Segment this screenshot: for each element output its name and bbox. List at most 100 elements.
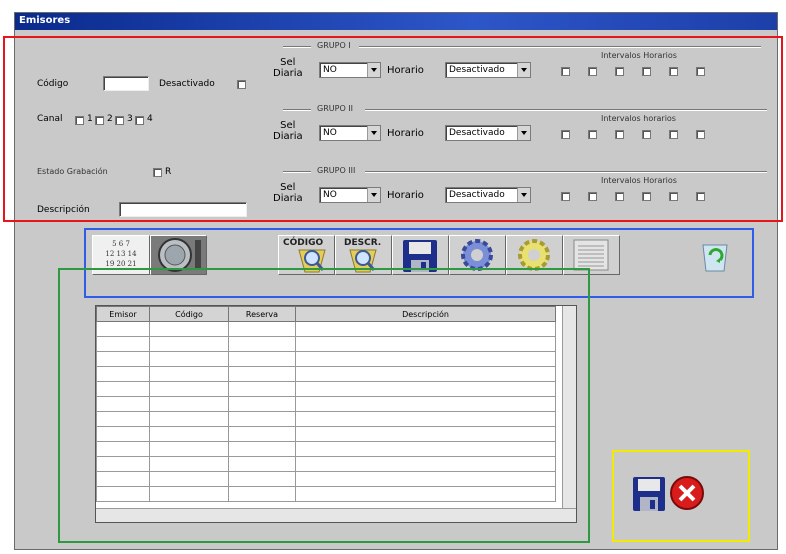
table-row[interactable] bbox=[96, 336, 556, 352]
table-cell[interactable] bbox=[96, 366, 150, 382]
table-cell[interactable] bbox=[228, 321, 296, 337]
table-cell[interactable] bbox=[149, 486, 229, 502]
interval-checkbox[interactable] bbox=[669, 67, 678, 76]
interval-checkbox[interactable] bbox=[642, 192, 651, 201]
interval-checkbox[interactable] bbox=[669, 130, 678, 139]
table-cell[interactable] bbox=[295, 366, 556, 382]
canal-checkbox-2[interactable] bbox=[95, 116, 104, 125]
table-cell[interactable] bbox=[295, 471, 556, 487]
column-header-reserva[interactable]: Reserva bbox=[228, 306, 296, 322]
table-cell[interactable] bbox=[149, 411, 229, 427]
table-cell[interactable] bbox=[295, 456, 556, 472]
canal-checkbox-1[interactable] bbox=[75, 116, 84, 125]
table-cell[interactable] bbox=[96, 486, 150, 502]
table-cell[interactable] bbox=[295, 321, 556, 337]
table-cell[interactable] bbox=[295, 381, 556, 397]
column-header-emisor[interactable]: Emisor bbox=[96, 306, 150, 322]
close-button[interactable] bbox=[667, 473, 707, 513]
table-cell[interactable] bbox=[295, 441, 556, 457]
recycle-bin-button[interactable] bbox=[695, 239, 735, 273]
table-row[interactable] bbox=[96, 471, 556, 487]
horario-select[interactable]: Desactivado bbox=[445, 62, 531, 78]
table-cell[interactable] bbox=[149, 471, 229, 487]
sel-diaria-select[interactable]: NO bbox=[319, 62, 381, 78]
descripcion-input[interactable] bbox=[119, 202, 247, 217]
interval-checkbox[interactable] bbox=[588, 67, 597, 76]
canal-checkbox-3[interactable] bbox=[115, 116, 124, 125]
interval-checkbox[interactable] bbox=[696, 130, 705, 139]
canal-checkbox-4[interactable] bbox=[135, 116, 144, 125]
interval-checkbox[interactable] bbox=[696, 192, 705, 201]
table-row[interactable] bbox=[96, 366, 556, 382]
table-cell[interactable] bbox=[228, 471, 296, 487]
save-button[interactable] bbox=[631, 473, 667, 513]
table-row[interactable] bbox=[96, 321, 556, 337]
interval-checkbox[interactable] bbox=[588, 130, 597, 139]
table-cell[interactable] bbox=[228, 411, 296, 427]
table-cell[interactable] bbox=[295, 336, 556, 352]
estado-r-checkbox[interactable] bbox=[153, 168, 162, 177]
table-row[interactable] bbox=[96, 351, 556, 367]
interval-checkbox[interactable] bbox=[696, 67, 705, 76]
table-cell[interactable] bbox=[96, 396, 150, 412]
table-cell[interactable] bbox=[96, 336, 150, 352]
interval-checkbox[interactable] bbox=[561, 130, 570, 139]
table-row[interactable] bbox=[96, 381, 556, 397]
sel-diaria-select[interactable]: NO bbox=[319, 187, 381, 203]
gear-blue-button[interactable] bbox=[449, 235, 506, 275]
table-cell[interactable] bbox=[96, 441, 150, 457]
table-cell[interactable] bbox=[149, 321, 229, 337]
search-descripcion-button[interactable]: DESCR. bbox=[335, 235, 392, 275]
search-codigo-button[interactable]: CÓDIGO bbox=[278, 235, 335, 275]
table-cell[interactable] bbox=[228, 441, 296, 457]
table-cell[interactable] bbox=[149, 336, 229, 352]
table-row[interactable] bbox=[96, 426, 556, 442]
table-cell[interactable] bbox=[228, 381, 296, 397]
table-cell[interactable] bbox=[228, 456, 296, 472]
table-cell[interactable] bbox=[96, 426, 150, 442]
table-cell[interactable] bbox=[96, 351, 150, 367]
table-cell[interactable] bbox=[96, 471, 150, 487]
table-cell[interactable] bbox=[295, 351, 556, 367]
table-cell[interactable] bbox=[228, 336, 296, 352]
vertical-scrollbar[interactable] bbox=[562, 306, 576, 522]
horario-select[interactable]: Desactivado bbox=[445, 125, 531, 141]
interval-checkbox[interactable] bbox=[615, 67, 624, 76]
clock-button[interactable] bbox=[150, 235, 207, 275]
interval-checkbox[interactable] bbox=[642, 67, 651, 76]
table-cell[interactable] bbox=[96, 456, 150, 472]
table-cell[interactable] bbox=[228, 426, 296, 442]
table-cell[interactable] bbox=[295, 426, 556, 442]
table-cell[interactable] bbox=[96, 411, 150, 427]
column-header-codigo[interactable]: Código bbox=[149, 306, 229, 322]
table-cell[interactable] bbox=[149, 351, 229, 367]
table-cell[interactable] bbox=[228, 351, 296, 367]
interval-checkbox[interactable] bbox=[588, 192, 597, 201]
table-cell[interactable] bbox=[295, 486, 556, 502]
interval-checkbox[interactable] bbox=[669, 192, 678, 201]
save-toolbar-button[interactable] bbox=[392, 235, 449, 275]
codigo-input[interactable] bbox=[103, 76, 149, 91]
calendar-button[interactable]: 5 6 7 12 13 14 19 20 21 bbox=[92, 235, 150, 275]
table-cell[interactable] bbox=[228, 396, 296, 412]
horario-select[interactable]: Desactivado bbox=[445, 187, 531, 203]
table-row[interactable] bbox=[96, 396, 556, 412]
table-row[interactable] bbox=[96, 456, 556, 472]
interval-checkbox[interactable] bbox=[561, 192, 570, 201]
table-cell[interactable] bbox=[96, 381, 150, 397]
table-cell[interactable] bbox=[149, 441, 229, 457]
desactivado-checkbox[interactable] bbox=[237, 80, 246, 89]
interval-checkbox[interactable] bbox=[642, 130, 651, 139]
emisores-table[interactable]: Emisor Código Reserva Descripción bbox=[95, 305, 577, 523]
table-cell[interactable] bbox=[149, 396, 229, 412]
interval-checkbox[interactable] bbox=[615, 192, 624, 201]
table-cell[interactable] bbox=[96, 321, 150, 337]
gear-yellow-button[interactable] bbox=[506, 235, 563, 275]
list-button[interactable] bbox=[563, 235, 620, 275]
table-cell[interactable] bbox=[295, 411, 556, 427]
table-cell[interactable] bbox=[295, 396, 556, 412]
interval-checkbox[interactable] bbox=[615, 130, 624, 139]
column-header-descripcion[interactable]: Descripción bbox=[295, 306, 556, 322]
table-cell[interactable] bbox=[149, 366, 229, 382]
sel-diaria-select[interactable]: NO bbox=[319, 125, 381, 141]
